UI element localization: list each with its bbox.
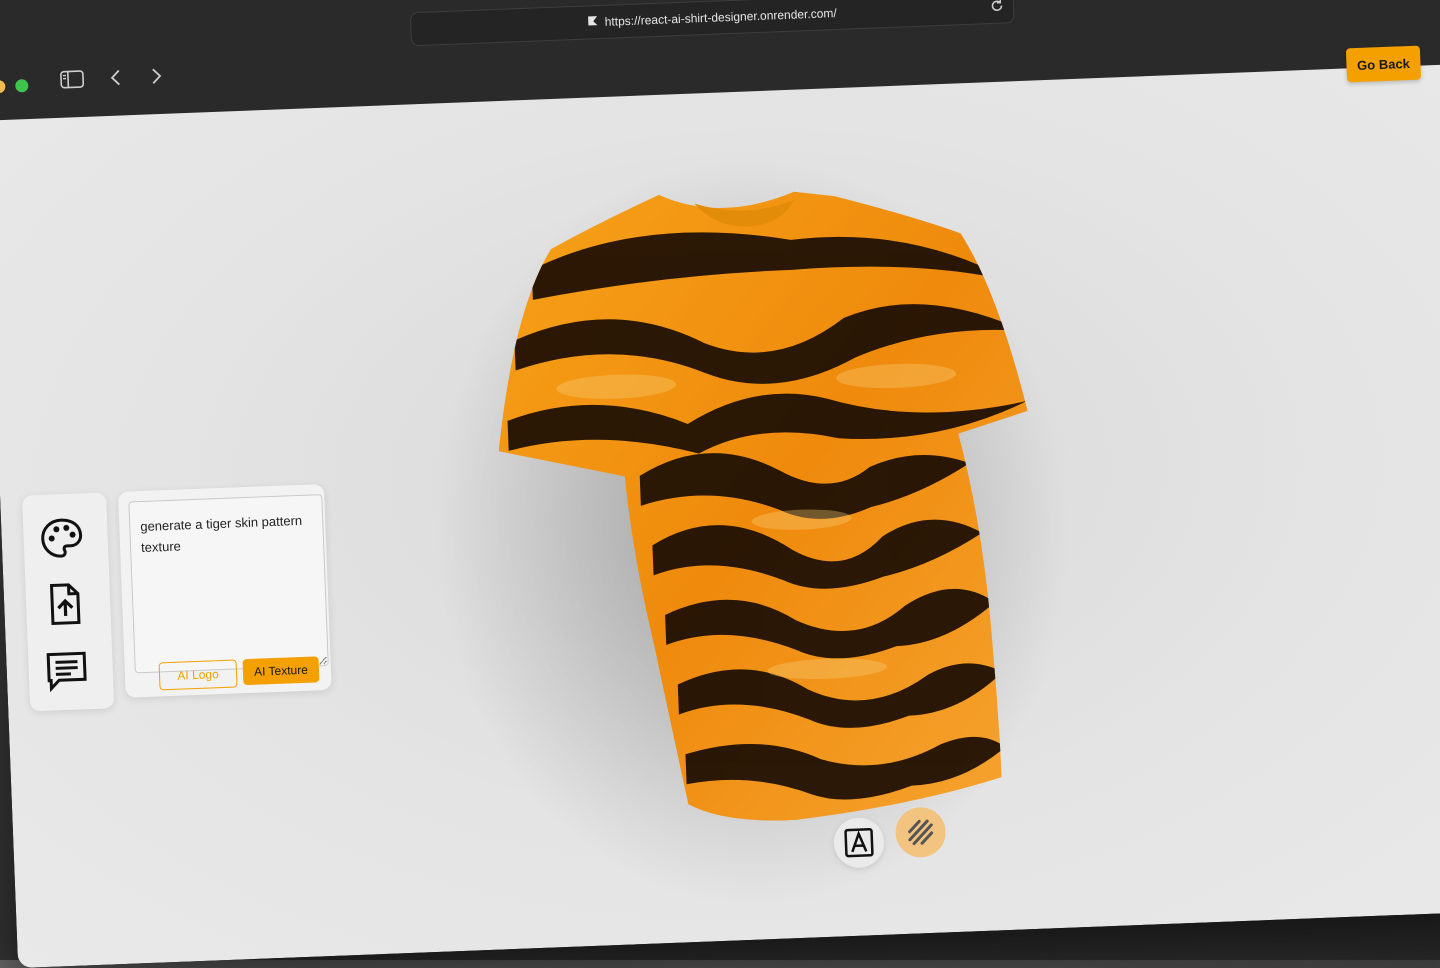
stripes-texture-icon	[905, 817, 936, 848]
minimize-button[interactable]	[0, 80, 6, 93]
reload-icon[interactable]	[989, 0, 1006, 17]
file-upload-icon[interactable]	[39, 579, 89, 629]
forward-arrow-icon[interactable]	[148, 66, 165, 87]
editor-tabs	[22, 492, 114, 711]
back-arrow-icon[interactable]	[108, 67, 125, 88]
page-viewport: Go Back	[0, 63, 1440, 968]
go-back-button[interactable]: Go Back	[1346, 46, 1421, 83]
sidebar-toggle-icon[interactable]	[60, 69, 85, 90]
tshirt-3d-model[interactable]	[488, 160, 1073, 831]
ai-chat-icon[interactable]	[42, 645, 92, 695]
ai-picker-panel: generate a tiger skin pattern texture AI…	[118, 484, 332, 698]
color-palette-icon[interactable]	[37, 513, 87, 563]
url-text: https://react-ai-shirt-designer.onrender…	[604, 6, 836, 29]
window-controls	[0, 79, 29, 93]
ai-prompt-textarea[interactable]: generate a tiger skin pattern texture	[128, 494, 328, 673]
ai-texture-button[interactable]: AI Texture	[242, 656, 319, 685]
ai-logo-button[interactable]: AI Logo	[159, 659, 238, 690]
logo-letter-icon	[843, 827, 874, 858]
screen: https://react-ai-shirt-designer.onrender…	[0, 0, 1440, 960]
site-favicon-icon	[587, 15, 599, 29]
address-bar[interactable]: https://react-ai-shirt-designer.onrender…	[410, 0, 1015, 46]
maximize-button[interactable]	[15, 79, 28, 92]
browser-window: https://react-ai-shirt-designer.onrender…	[0, 0, 1440, 968]
